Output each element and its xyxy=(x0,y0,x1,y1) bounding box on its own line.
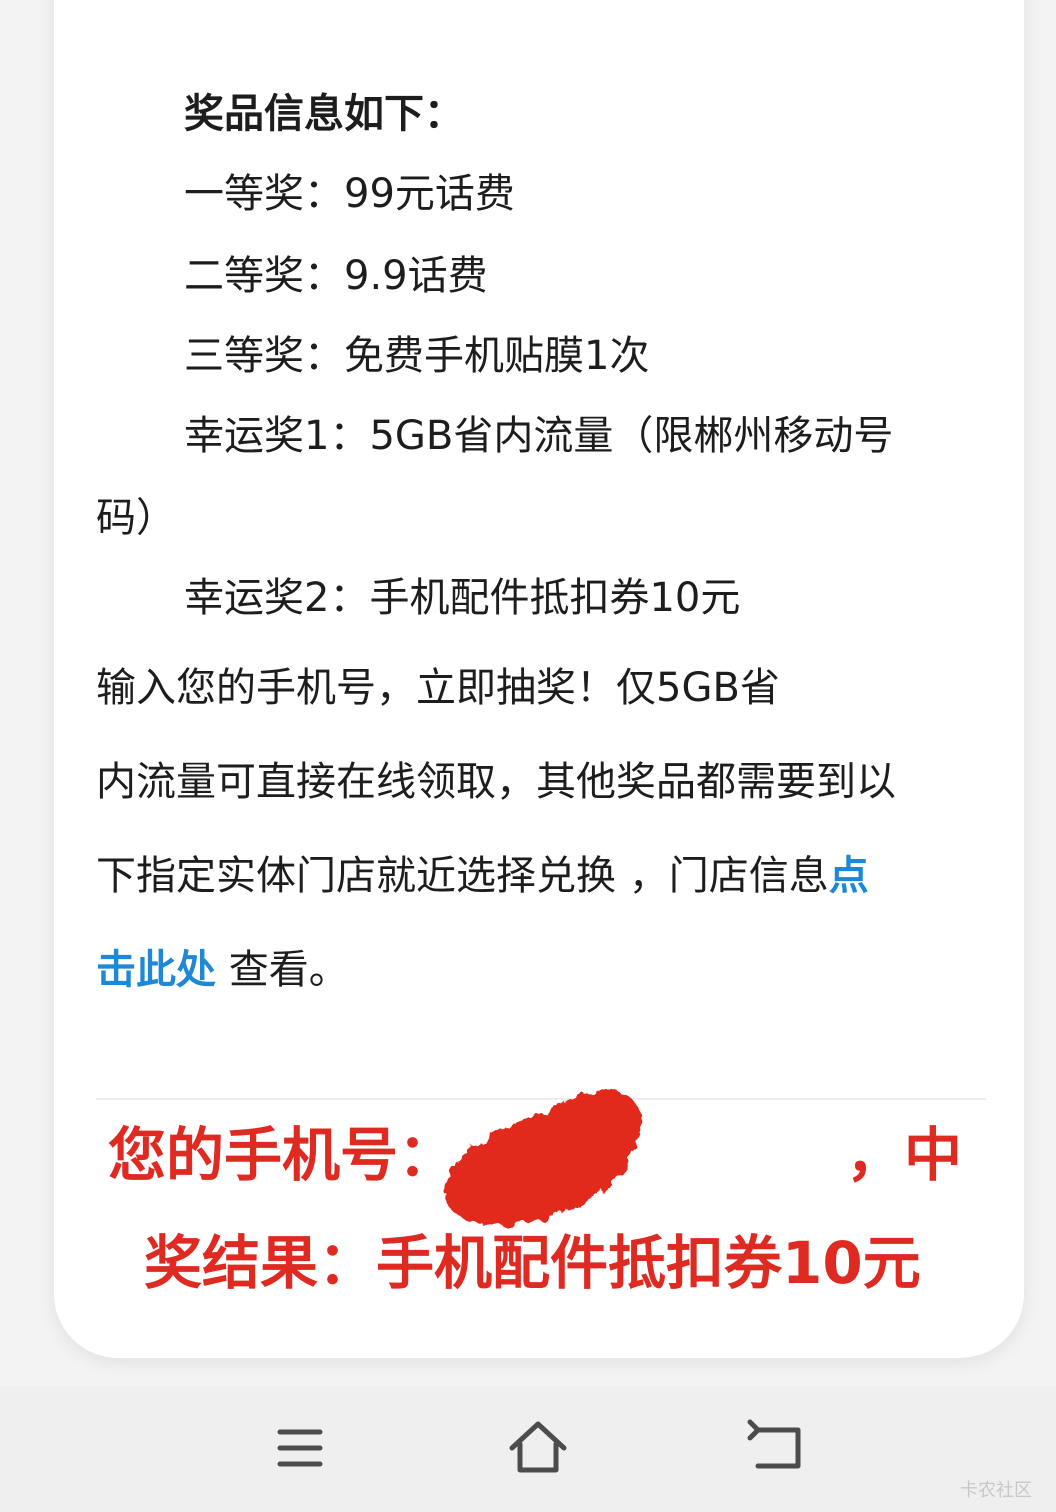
watermark: 卡农社区 xyxy=(960,1480,1032,1501)
prize-second: 二等奖：9.9话费 xyxy=(184,253,488,299)
instruction-line-4: 击此处 查看。 xyxy=(96,942,349,998)
menu-icon[interactable] xyxy=(260,1408,340,1488)
instruction-line-3: 下指定实体门店就近选择兑换 ，门店信息点 xyxy=(96,848,869,904)
result-line-1-suffix: ，中 xyxy=(846,1121,963,1189)
prize-lucky-1: 幸运奖1：5GB省内流量（限郴州移动号 xyxy=(184,413,894,459)
store-info-link-start[interactable]: 点 xyxy=(829,853,869,899)
prize-first: 一等奖：99元话费 xyxy=(184,171,515,217)
back-icon[interactable] xyxy=(740,1408,820,1488)
screen: 奖品信息如下： 一等奖：99元话费 二等奖：9.9话费 三等奖：免费手机贴膜1次… xyxy=(0,0,1056,1512)
prize-info-heading: 奖品信息如下： xyxy=(184,91,464,137)
store-info-link[interactable]: 击此处 xyxy=(96,947,216,993)
instruction-line-4-text: 查看。 xyxy=(216,947,349,993)
redaction-scribble xyxy=(444,1090,820,1226)
result-line-1-prefix: 您的手机号： xyxy=(108,1121,457,1189)
prize-lucky-2: 幸运奖2：手机配件抵扣券10元 xyxy=(184,575,741,621)
instruction-line-3-text: 下指定实体门店就近选择兑换 ，门店信息 xyxy=(96,853,829,899)
prize-lucky-1-continued: 码） xyxy=(96,495,176,541)
result-line-2: 奖结果：手机配件抵扣券10元 xyxy=(144,1229,921,1297)
system-navigation-bar: 卡农社区 xyxy=(0,1386,1056,1512)
prize-third: 三等奖：免费手机贴膜1次 xyxy=(184,333,650,379)
instruction-line-2: 内流量可直接在线领取，其他奖品都需要到以 xyxy=(96,759,896,805)
instruction-line-1: 输入您的手机号，立即抽奖！仅5GB省 xyxy=(96,665,780,711)
home-icon[interactable] xyxy=(498,1408,578,1488)
